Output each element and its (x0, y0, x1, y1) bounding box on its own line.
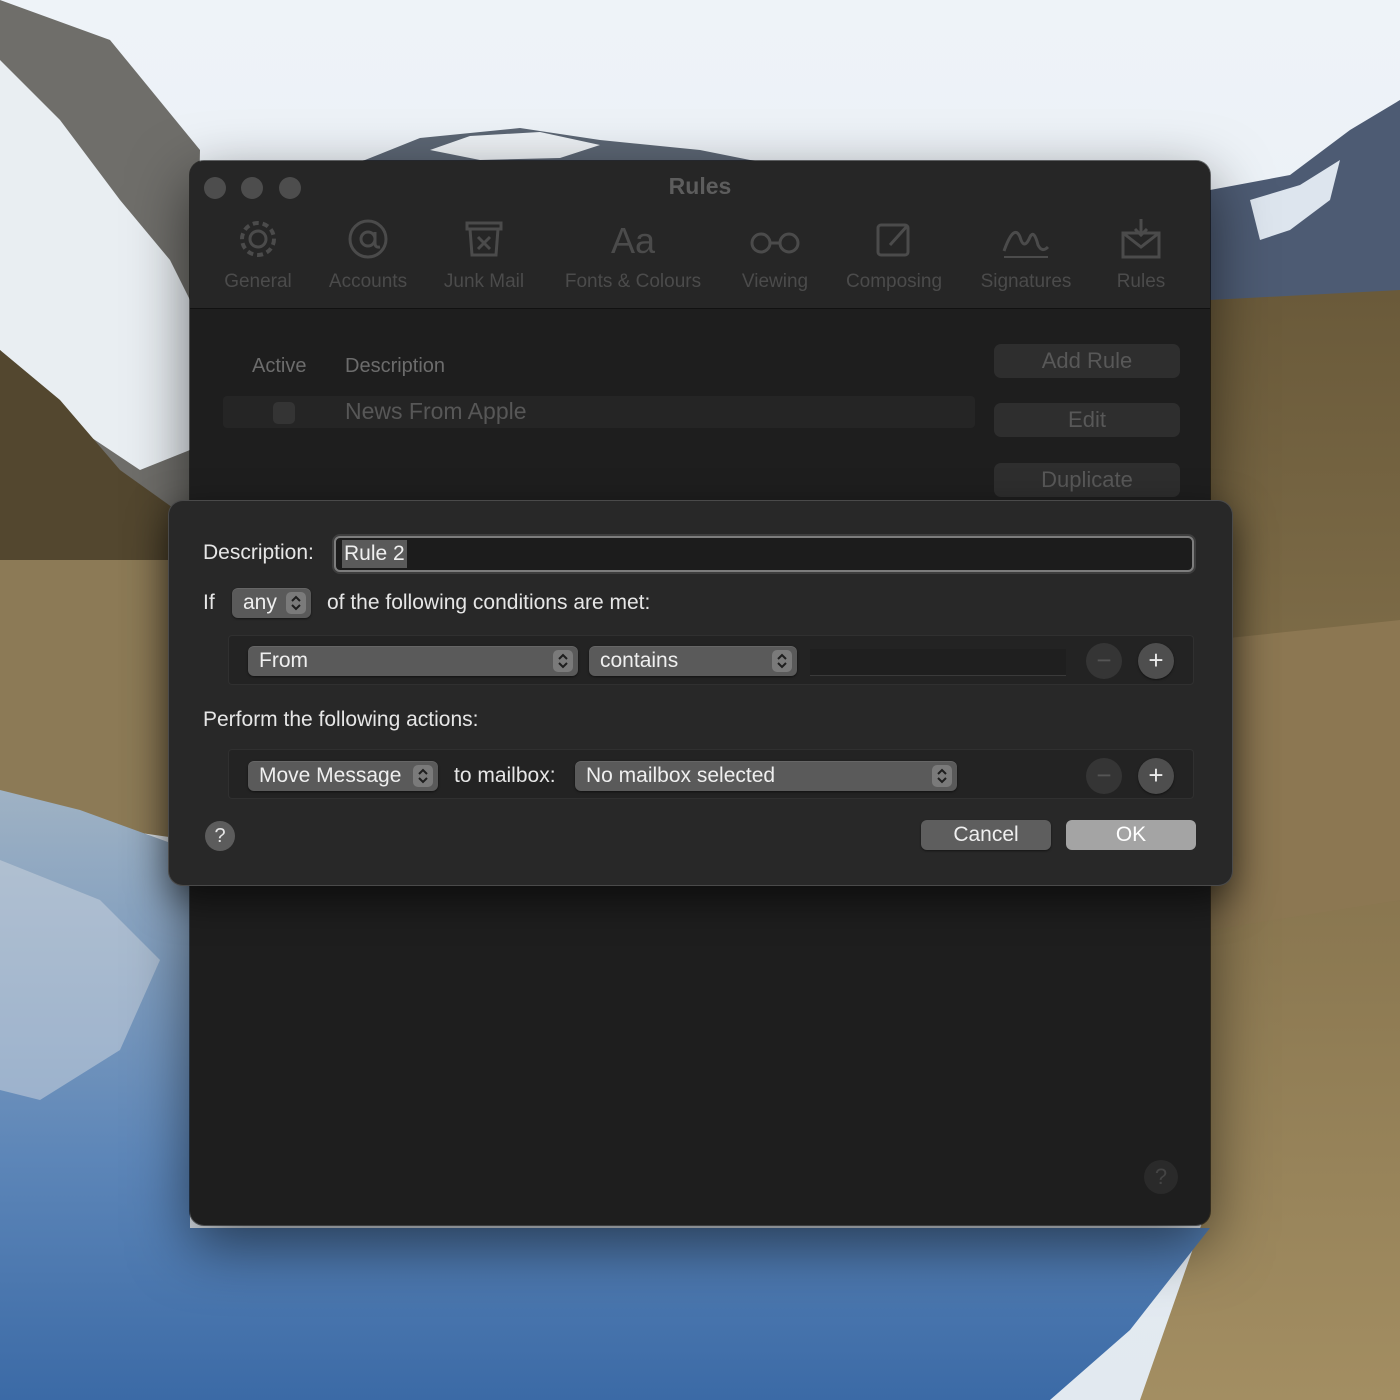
chevron-up-down-icon (553, 650, 573, 672)
description-label: Description: (203, 541, 314, 564)
duplicate-button[interactable]: Duplicate (994, 463, 1180, 497)
ok-button[interactable]: OK (1066, 820, 1196, 850)
conditions-label: of the following conditions are met: (327, 591, 651, 614)
add-condition-button[interactable]: + (1138, 643, 1174, 679)
toolbar-composing[interactable]: Composing (838, 217, 950, 297)
condition-operator-popup[interactable]: contains (589, 646, 797, 676)
rule-editor-sheet: Description: Rule 2 If any of the follow… (169, 501, 1232, 885)
toolbar-label: Signatures (980, 271, 1072, 292)
action-type-value: Move Message (259, 764, 402, 787)
rule-active-checkbox[interactable] (273, 402, 295, 424)
compose-icon (838, 217, 950, 269)
column-header-active[interactable]: Active (252, 355, 306, 378)
mailbox-value: No mailbox selected (586, 764, 776, 787)
column-header-description[interactable]: Description (345, 355, 445, 378)
condition-operator-value: contains (600, 649, 679, 672)
description-value: Rule 2 (342, 540, 407, 568)
add-action-button[interactable]: + (1138, 758, 1174, 794)
match-any-all-popup[interactable]: any (232, 588, 311, 618)
at-sign-icon (322, 217, 414, 269)
if-label: If (203, 591, 215, 614)
sheet-help-button[interactable]: ? (205, 821, 235, 851)
toolbar-label: Junk Mail (443, 271, 525, 292)
toolbar-label: General (224, 271, 292, 292)
edit-button[interactable]: Edit (994, 403, 1180, 437)
window-help-button[interactable]: ? (1144, 1160, 1178, 1194)
description-field[interactable]: Rule 2 (334, 536, 1194, 572)
toolbar-junk-mail[interactable]: Junk Mail (436, 217, 532, 297)
mailbox-popup[interactable]: No mailbox selected (575, 761, 957, 791)
chevron-up-down-icon (413, 765, 433, 787)
rules-envelope-icon (1108, 217, 1174, 269)
chevron-up-down-icon (772, 650, 792, 672)
chevron-up-down-icon (286, 592, 306, 614)
toolbar-label: Composing (845, 271, 943, 292)
toolbar-general[interactable]: General (218, 217, 298, 297)
toolbar-accounts[interactable]: Accounts (322, 217, 414, 297)
toolbar-viewing[interactable]: Viewing (734, 217, 816, 297)
toolbar-label: Accounts (328, 271, 408, 292)
rule-row[interactable]: News From Apple (223, 396, 975, 428)
toolbar-signatures[interactable]: Signatures (974, 217, 1078, 297)
cancel-button[interactable]: Cancel (921, 820, 1051, 850)
condition-value-field[interactable] (810, 649, 1066, 676)
condition-field-popup[interactable]: From (248, 646, 578, 676)
toolbar-label: Fonts & Colours (564, 271, 702, 292)
glasses-icon (734, 217, 816, 269)
action-type-popup[interactable]: Move Message (248, 761, 438, 791)
actions-label: Perform the following actions: (203, 708, 479, 731)
condition-field-value: From (259, 649, 308, 672)
match-selector-value: any (243, 591, 277, 614)
toolbar-rules[interactable]: Rules (1108, 217, 1174, 297)
chevron-up-down-icon (932, 765, 952, 787)
remove-condition-button[interactable]: − (1086, 643, 1122, 679)
fonts-icon: Aa (610, 220, 656, 261)
junk-mail-icon (436, 217, 532, 269)
rule-description: News From Apple (345, 398, 527, 424)
remove-action-button[interactable]: − (1086, 758, 1122, 794)
toolbar-label: Rules (1116, 271, 1166, 292)
signature-icon (974, 217, 1078, 269)
toolbar-fonts-colours[interactable]: Aa Fonts & Colours (554, 217, 712, 297)
toolbar-label: Viewing (741, 271, 809, 292)
window-titlebar: Rules General Accounts Junk Mail Aa Font… (190, 161, 1210, 309)
gear-icon (218, 217, 298, 269)
window-title: Rules (668, 173, 732, 199)
to-mailbox-label: to mailbox: (454, 764, 556, 787)
add-rule-button[interactable]: Add Rule (994, 344, 1180, 378)
